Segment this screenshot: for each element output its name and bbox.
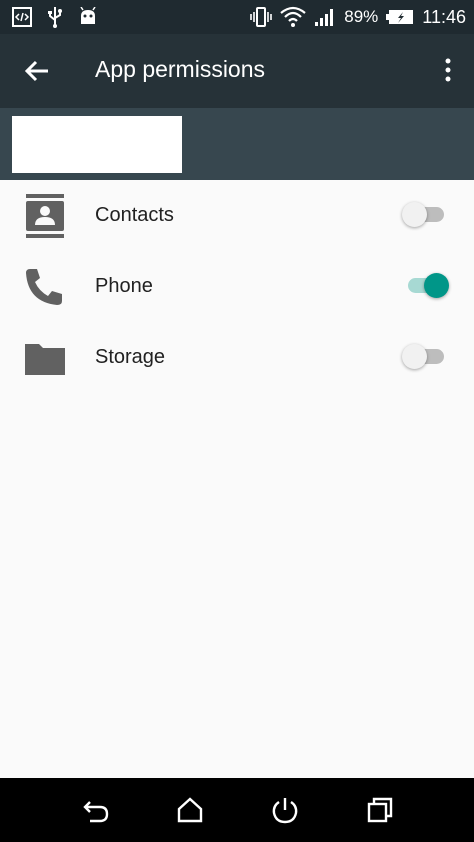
recents-nav-icon[interactable] bbox=[366, 796, 394, 824]
app-name-placeholder bbox=[12, 116, 182, 173]
permission-label: Contacts bbox=[95, 204, 174, 226]
permission-label: Phone bbox=[95, 275, 153, 297]
page-title: App permissions bbox=[95, 56, 266, 82]
switch-thumb bbox=[402, 202, 427, 227]
app-bar: App permissions bbox=[0, 34, 474, 108]
code-icon bbox=[12, 7, 32, 27]
status-bar: 89% 11:46 bbox=[0, 0, 474, 34]
phone-icon bbox=[26, 269, 62, 305]
permission-row-contacts[interactable]: Contacts bbox=[0, 180, 474, 251]
navigation-bar bbox=[0, 778, 474, 842]
vibrate-icon bbox=[250, 7, 273, 27]
home-nav-icon[interactable] bbox=[176, 796, 204, 824]
battery-percent: 89% bbox=[344, 7, 379, 26]
clock: 11:46 bbox=[422, 6, 466, 27]
contacts-toggle[interactable] bbox=[402, 200, 448, 230]
storage-toggle[interactable] bbox=[402, 342, 448, 372]
arrow-back-icon[interactable] bbox=[22, 56, 52, 86]
permission-list: Contacts Phone Storage bbox=[0, 180, 474, 393]
power-nav-icon[interactable] bbox=[271, 796, 299, 824]
folder-icon bbox=[25, 344, 65, 375]
permission-label: Storage bbox=[95, 346, 166, 368]
battery-charging-icon bbox=[386, 10, 414, 24]
android-icon bbox=[80, 7, 96, 24]
permission-row-storage[interactable]: Storage bbox=[0, 322, 474, 393]
wifi-icon bbox=[280, 6, 306, 27]
contacts-icon bbox=[26, 194, 64, 238]
switch-thumb bbox=[402, 344, 427, 369]
switch-thumb bbox=[424, 273, 449, 298]
app-header bbox=[0, 108, 474, 180]
signal-icon bbox=[315, 9, 334, 26]
usb-icon bbox=[48, 7, 62, 28]
back-nav-icon[interactable] bbox=[82, 796, 110, 824]
permission-row-phone[interactable]: Phone bbox=[0, 251, 474, 322]
more-vert-icon[interactable] bbox=[440, 56, 456, 86]
phone-toggle[interactable] bbox=[404, 271, 449, 301]
